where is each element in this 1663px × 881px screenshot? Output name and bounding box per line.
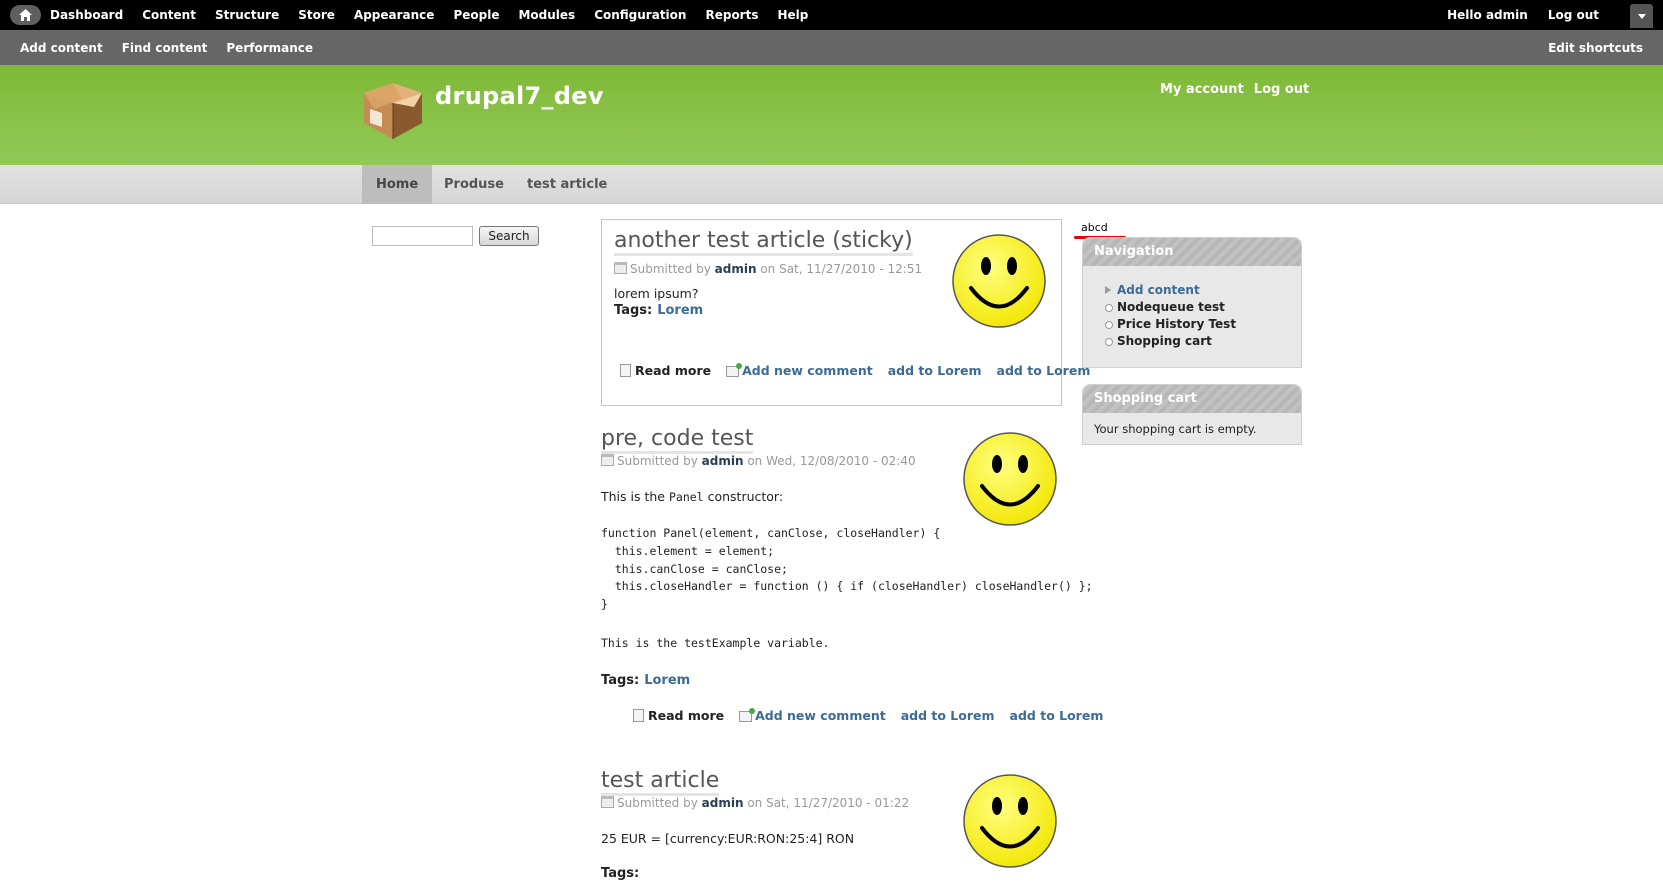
article-links: Read more Add new comment add to Lorem a…: [633, 708, 1118, 723]
search-input[interactable]: [372, 226, 473, 246]
article-title[interactable]: another test article (sticky): [614, 228, 913, 256]
header-logout-link[interactable]: Log out: [1254, 82, 1309, 97]
shortcuts-bar: Add content Find content Performance Edi…: [0, 30, 1663, 65]
tag-link[interactable]: Lorem: [657, 303, 703, 318]
add-comment-link[interactable]: Add new comment: [726, 363, 873, 378]
navigation-block: Navigation Add content Nodequeue test Pr…: [1082, 237, 1302, 368]
chevron-down-icon: [1638, 14, 1646, 19]
box-logo-icon[interactable]: [362, 83, 424, 141]
nav-item-price-history-test[interactable]: Price History Test: [1105, 316, 1301, 333]
shopping-cart-block: Shopping cart Your shopping cart is empt…: [1082, 384, 1302, 445]
my-account-link[interactable]: My account: [1160, 82, 1244, 97]
add-to-lorem-link-2[interactable]: add to Lorem: [1010, 708, 1104, 723]
author-link[interactable]: admin: [702, 454, 744, 468]
document-icon: [620, 364, 631, 377]
search-button[interactable]: Search: [479, 226, 539, 246]
home-icon[interactable]: [10, 5, 41, 25]
read-more-link[interactable]: Read more: [633, 708, 724, 723]
smiley-image: [952, 234, 1046, 328]
sticky-article: another test article (sticky) Submitted …: [601, 219, 1090, 406]
user-menu: Hello admin Log out: [1427, 8, 1599, 22]
shortcut-performance[interactable]: Performance: [226, 41, 313, 55]
tags: Tags: Lorem: [601, 673, 691, 688]
submitted-info: Submitted by admin on Sat, 11/27/2010 - …: [614, 262, 922, 276]
submitted-info: Submitted by admin on Sat, 11/27/2010 - …: [601, 796, 909, 810]
read-more-link[interactable]: Read more: [620, 363, 711, 378]
navigation-title: Navigation: [1083, 238, 1301, 266]
tags: Tags:: [601, 866, 640, 881]
admin-toolbar: Dashboard Content Structure Store Appear…: [0, 0, 1663, 30]
edit-shortcuts-link[interactable]: Edit shortcuts: [1548, 41, 1643, 55]
admin-menu-appearance[interactable]: Appearance: [354, 8, 435, 22]
smiley-image: [963, 774, 1057, 868]
calendar-icon: [614, 262, 627, 274]
admin-menu-modules[interactable]: Modules: [518, 8, 575, 22]
article-title[interactable]: pre, code test: [601, 426, 754, 454]
main-menu: Home Produse test article: [0, 165, 1663, 204]
admin-menu-help[interactable]: Help: [777, 8, 808, 22]
main-menu-test-article[interactable]: test article: [513, 165, 621, 204]
site-name[interactable]: drupal7_dev: [435, 82, 604, 110]
add-comment-link[interactable]: Add new comment: [739, 708, 886, 723]
comment-add-icon: [739, 708, 756, 722]
toolbar-logout-link[interactable]: Log out: [1548, 8, 1599, 22]
cart-status: Your shopping cart is empty.: [1094, 422, 1257, 436]
admin-menu-structure[interactable]: Structure: [215, 8, 279, 22]
tag-link[interactable]: Lorem: [644, 673, 690, 688]
secondary-menu: My account Log out: [1160, 82, 1319, 97]
article-title[interactable]: test article: [601, 768, 720, 796]
article-body: This is the Panel constructor:: [601, 489, 784, 504]
add-to-lorem-link[interactable]: add to Lorem: [888, 363, 982, 378]
code-block: function Panel(element, canClose, closeH…: [601, 526, 1093, 612]
document-icon: [633, 709, 644, 722]
calendar-icon: [601, 796, 614, 808]
shortcut-add-content[interactable]: Add content: [20, 41, 103, 55]
main-menu-home[interactable]: Home: [362, 165, 433, 204]
code-note: This is the testExample variable.: [601, 636, 830, 650]
article-links: Read more Add new comment add to Lorem a…: [620, 363, 1105, 378]
admin-menu-dashboard[interactable]: Dashboard: [50, 8, 123, 22]
admin-menu: Dashboard Content Structure Store Appear…: [50, 8, 827, 22]
main-menu-produse[interactable]: Produse: [430, 165, 518, 204]
article: test article Submitted by admin on Sat, …: [601, 768, 1181, 881]
admin-menu-content[interactable]: Content: [142, 8, 196, 22]
site-header: drupal7_dev My account Log out: [0, 65, 1663, 165]
add-to-lorem-link[interactable]: add to Lorem: [901, 708, 995, 723]
hello-user-link[interactable]: Hello admin: [1447, 8, 1528, 22]
admin-menu-configuration[interactable]: Configuration: [594, 8, 686, 22]
admin-menu-people[interactable]: People: [453, 8, 499, 22]
smiley-image: [963, 432, 1057, 526]
author-link[interactable]: admin: [715, 262, 757, 276]
sidebar-label: abcd: [1081, 221, 1108, 234]
shopping-cart-title: Shopping cart: [1083, 385, 1301, 413]
author-link[interactable]: admin: [702, 796, 744, 810]
nav-item-add-content[interactable]: Add content: [1105, 282, 1301, 299]
comment-add-icon: [726, 363, 743, 377]
article: pre, code test Submitted by admin on Wed…: [601, 426, 1181, 726]
add-to-lorem-link-2[interactable]: add to Lorem: [997, 363, 1091, 378]
shortcut-find-content[interactable]: Find content: [122, 41, 208, 55]
submitted-info: Submitted by admin on Wed, 12/08/2010 - …: [601, 454, 916, 468]
nav-item-nodequeue-test[interactable]: Nodequeue test: [1105, 299, 1301, 316]
calendar-icon: [601, 454, 614, 466]
admin-menu-store[interactable]: Store: [298, 8, 335, 22]
toolbar-drawer-toggle[interactable]: [1630, 4, 1653, 28]
admin-menu-reports[interactable]: Reports: [705, 8, 758, 22]
article-body: lorem ipsum?: [614, 286, 699, 301]
nav-item-shopping-cart[interactable]: Shopping cart: [1105, 333, 1301, 350]
article-body: 25 EUR = [currency:EUR:RON:25:4] RON: [601, 831, 855, 846]
tags: Tags: Lorem: [614, 303, 704, 318]
